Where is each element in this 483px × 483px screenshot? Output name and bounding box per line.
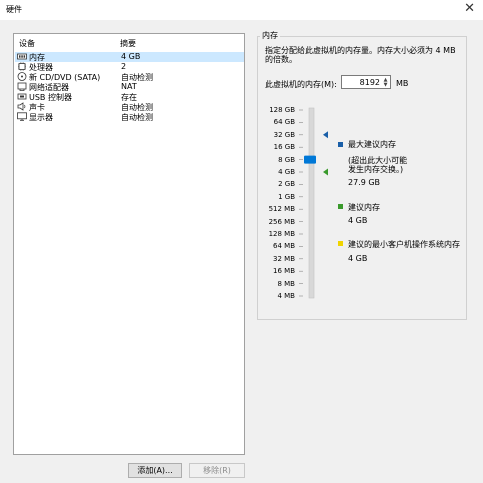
slider-tick-label: 16 MB xyxy=(273,267,295,276)
slider-tick-label: 32 GB xyxy=(273,130,295,139)
slider-tick-label: 128 GB xyxy=(269,106,295,114)
slider-thumb xyxy=(304,155,316,164)
max-memory-legend-note: 发生内存交换。) xyxy=(348,165,404,174)
slider-tick-label: 512 MB xyxy=(268,205,295,214)
max-recommended-marker xyxy=(323,131,328,139)
recommended-memory-legend-value: 4 GB xyxy=(348,216,368,225)
slider-tick-label: 1 GB xyxy=(278,192,295,201)
slider-tick-label: 16 GB xyxy=(273,143,295,152)
min-guest-memory-legend-value: 4 GB xyxy=(348,254,368,263)
recommended-memory-legend-title: 建议内存 xyxy=(348,203,380,212)
max-memory-legend-title: 最大建议内存 xyxy=(348,140,396,149)
min-guest-memory-legend-title: 建议的最小客户机操作系统内存 xyxy=(348,240,460,249)
slider-tick-label: 8 MB xyxy=(277,279,295,288)
slider-tick-label: 256 MB xyxy=(268,217,295,226)
slider-track xyxy=(308,107,315,299)
slider-tick-label: 64 GB xyxy=(273,118,295,127)
slider-tick-label: 4 GB xyxy=(278,168,295,176)
slider-tick-label: 8 GB xyxy=(278,155,295,164)
slider-tick-label: 2 GB xyxy=(278,180,295,189)
slider-tick-label: 64 MB xyxy=(273,242,295,251)
recommended-marker xyxy=(323,168,328,176)
min-guest-memory-legend-swatch xyxy=(338,241,343,246)
slider-tick-label: 4 MB xyxy=(277,292,295,300)
slider-tick-label: 32 MB xyxy=(273,254,295,263)
slider-tick-label: 128 MB xyxy=(268,230,295,238)
recommended-memory-legend-swatch xyxy=(338,204,343,209)
max-memory-legend-swatch xyxy=(338,142,343,147)
max-memory-legend-value: 27.9 GB xyxy=(348,178,381,187)
max-memory-legend-note: (超出此大小可能 xyxy=(348,156,408,165)
